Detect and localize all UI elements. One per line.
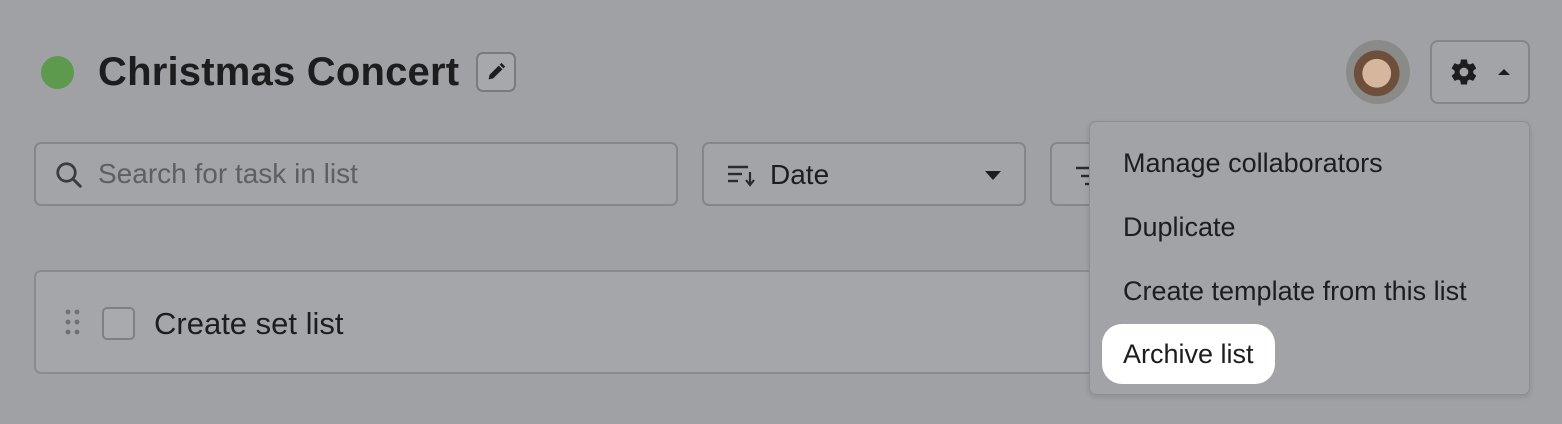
avatar[interactable] <box>1346 40 1410 104</box>
search-icon <box>56 162 82 188</box>
settings-menu-button[interactable] <box>1430 40 1530 104</box>
sort-dropdown[interactable]: Date <box>702 142 1026 206</box>
menu-item-duplicate[interactable]: Duplicate <box>1102 197 1257 257</box>
caret-up-icon <box>1498 69 1510 75</box>
page-title: Christmas Concert <box>98 50 460 94</box>
list-page: Christmas Concert Date <box>0 0 1562 424</box>
menu-item-archive-list[interactable]: Archive list <box>1102 324 1275 384</box>
task-checkbox[interactable] <box>102 307 135 340</box>
drag-handle-icon[interactable] <box>64 308 82 338</box>
task-title: Create set list <box>154 306 344 341</box>
gear-icon <box>1451 59 1477 85</box>
sort-selected-value: Date <box>770 159 830 190</box>
list-status-dot <box>41 56 74 89</box>
search-input[interactable] <box>98 144 658 204</box>
pencil-icon <box>488 62 506 80</box>
caret-down-icon <box>985 171 1001 180</box>
menu-item-create-template[interactable]: Create template from this list <box>1102 261 1488 321</box>
edit-title-button[interactable] <box>476 52 516 92</box>
menu-item-manage-collaborators[interactable]: Manage collaborators <box>1102 133 1404 193</box>
sort-icon <box>728 165 755 187</box>
settings-dropdown-menu: Manage collaborators Duplicate Create te… <box>1089 121 1530 395</box>
search-field[interactable] <box>34 142 678 206</box>
